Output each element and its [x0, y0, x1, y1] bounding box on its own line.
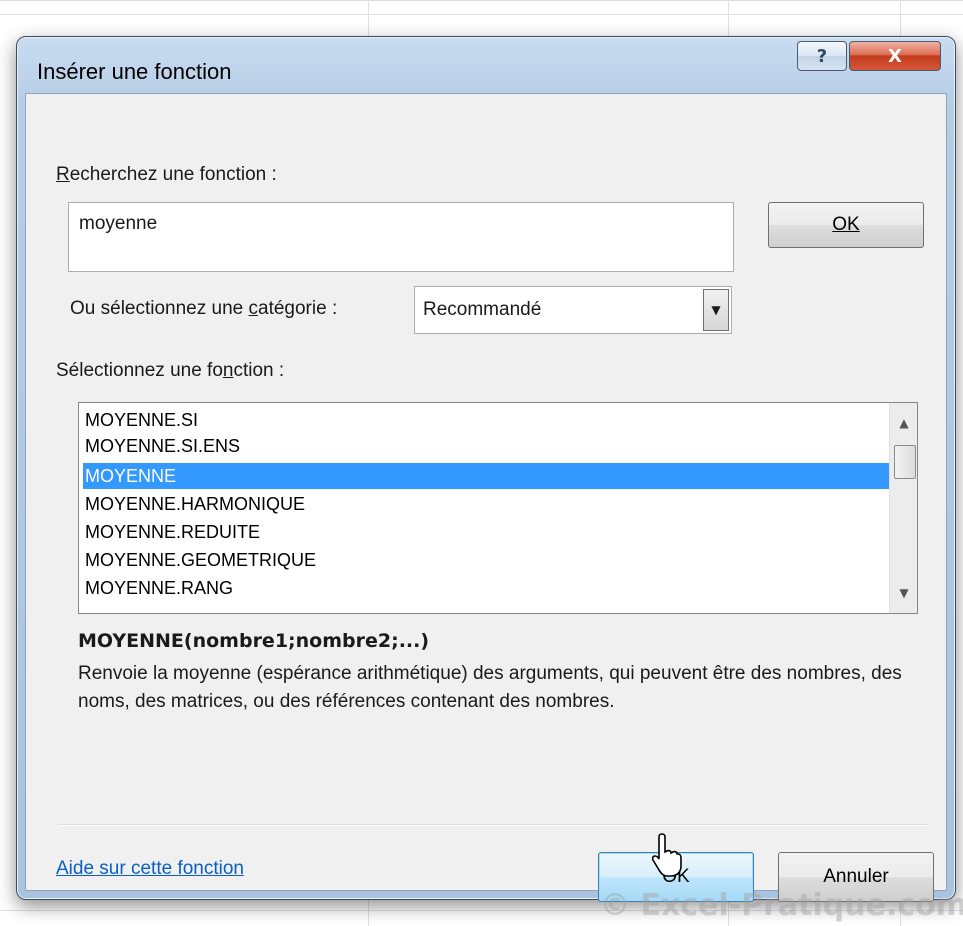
- function-list-item[interactable]: MOYENNE.RANG: [83, 575, 889, 601]
- function-list[interactable]: MOYENNE.SI MOYENNE.SI.ENS MOYENNE MOYENN…: [78, 402, 918, 614]
- search-ok-button[interactable]: OK: [768, 202, 924, 248]
- question-mark-icon: ?: [816, 45, 828, 67]
- category-label: Ou sélectionnez une catégorie :: [70, 298, 338, 319]
- hand-cursor-icon: [652, 833, 682, 877]
- cancel-button-label: Annuler: [823, 866, 889, 887]
- function-description: Renvoie la moyenne (espérance arithmétiq…: [78, 663, 902, 712]
- help-link[interactable]: Aide sur cette fonction: [56, 858, 244, 880]
- scroll-up-icon[interactable]: ▲: [890, 409, 917, 437]
- function-list-item-selected[interactable]: MOYENNE: [83, 463, 889, 489]
- category-select[interactable]: Recommandé ▼: [414, 286, 732, 334]
- function-list-item[interactable]: MOYENNE.GEOMETRIQUE: [83, 547, 889, 573]
- dialog-title: Insérer une fonction: [37, 59, 232, 84]
- search-input-value: moyenne: [79, 213, 158, 234]
- category-selected-value: Recommandé: [423, 299, 542, 320]
- function-list-item[interactable]: MOYENNE.SI: [83, 407, 889, 433]
- function-list-item[interactable]: MOYENNE.SI.ENS: [83, 433, 889, 459]
- title-bar[interactable]: Insérer une fonction ? X: [17, 37, 955, 97]
- function-list-label: Sélectionnez une fonction :: [56, 360, 285, 381]
- vertical-scrollbar[interactable]: ▲ ▼: [889, 403, 917, 613]
- close-button[interactable]: X: [849, 41, 941, 71]
- search-input[interactable]: moyenne: [68, 202, 734, 272]
- watermark: © Excel-Pratique.com: [600, 888, 963, 923]
- divider: [58, 824, 928, 826]
- search-ok-label: OK: [832, 214, 860, 235]
- close-icon: X: [888, 45, 902, 67]
- chevron-down-icon: ▼: [711, 303, 721, 317]
- function-list-item[interactable]: MOYENNE.HARMONIQUE: [83, 491, 889, 517]
- insert-function-dialog: Insérer une fonction ? X Recherchez une …: [16, 36, 956, 902]
- function-signature: MOYENNE(nombre1;nombre2;...): [78, 630, 430, 652]
- dialog-body: Recherchez une fonction : moyenne OK Ou …: [25, 93, 947, 902]
- function-list-item[interactable]: MOYENNE.REDUITE: [83, 519, 889, 545]
- scroll-thumb[interactable]: [894, 445, 916, 479]
- scroll-down-icon[interactable]: ▼: [890, 579, 917, 607]
- help-button[interactable]: ?: [797, 41, 847, 71]
- dropdown-button[interactable]: ▼: [703, 289, 729, 331]
- search-label: Recherchez une fonction :: [56, 164, 277, 185]
- sheet-gridline: [0, 14, 963, 15]
